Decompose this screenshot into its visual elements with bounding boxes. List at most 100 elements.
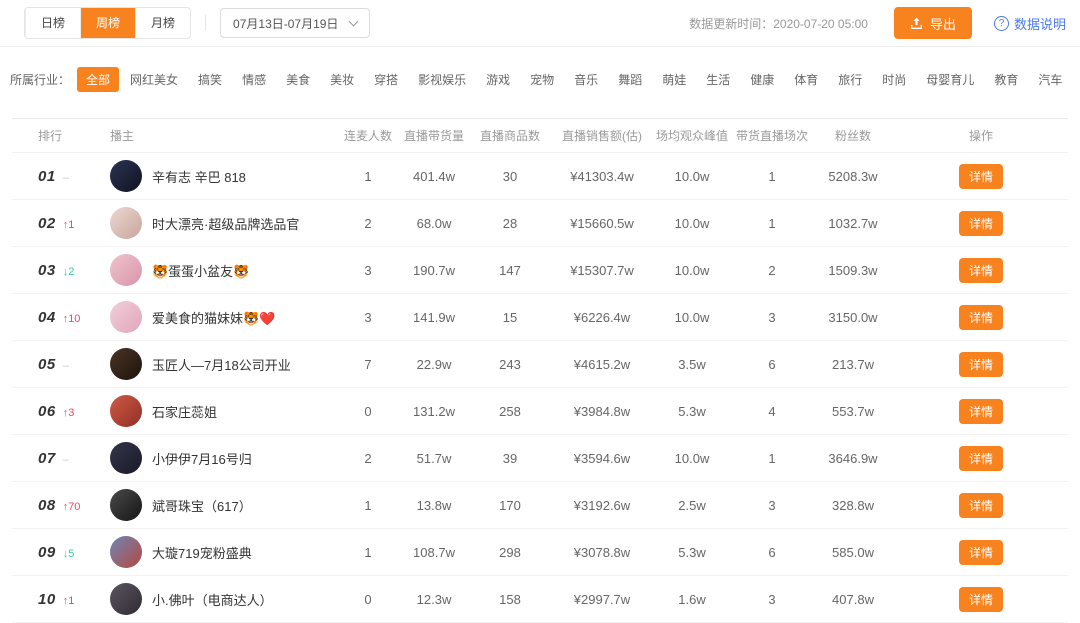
cell-sessions: 1 [732, 451, 812, 466]
cell-products: 147 [468, 263, 552, 278]
industry-filter-item[interactable]: 网红美女 [121, 67, 187, 92]
cell-sales: ¥3984.8w [552, 404, 652, 419]
broadcaster-name[interactable]: 石家庄蕊姐 [152, 402, 217, 421]
avatar[interactable] [110, 160, 142, 192]
col-header-peak: 场均观众峰值 [652, 127, 732, 144]
broadcaster-name[interactable]: 斌哥珠宝（617） [152, 496, 252, 515]
export-button[interactable]: 导出 [894, 7, 972, 39]
broadcaster-name[interactable]: 爱美食的猫妹妹🐯❤️ [152, 308, 275, 327]
cell-sessions: 2 [732, 263, 812, 278]
cell-sales: ¥41303.4w [552, 169, 652, 184]
broadcaster-name[interactable]: 小.佛叶（电商达人） [152, 590, 273, 609]
avatar[interactable] [110, 395, 142, 427]
industry-filter-item[interactable]: 影视娱乐 [409, 67, 475, 92]
avatar[interactable] [110, 348, 142, 380]
date-range-select[interactable]: 07月13日-07月19日 [220, 8, 370, 38]
export-icon [910, 17, 923, 30]
avatar[interactable] [110, 254, 142, 286]
export-label: 导出 [930, 14, 956, 33]
detail-button[interactable]: 详情 [959, 258, 1003, 283]
industry-filter-item[interactable]: 汽车 [1029, 67, 1071, 92]
avatar[interactable] [110, 583, 142, 615]
cell-lianmai: 2 [336, 451, 400, 466]
broadcaster-name[interactable]: 玉匠人—7月18公司开业 [152, 355, 291, 374]
rank-number: 02 [38, 215, 56, 232]
broadcaster-name[interactable]: 时大漂亮·超级品牌选品官 [152, 214, 299, 233]
cell-volume: 141.9w [400, 310, 468, 325]
cell-products: 243 [468, 357, 552, 372]
rank-number: 10 [38, 591, 56, 608]
industry-filter-item[interactable]: 宠物 [521, 67, 563, 92]
industry-filter-item[interactable]: 舞蹈 [609, 67, 651, 92]
broadcaster-name[interactable]: 辛有志 辛巴 818 [152, 167, 246, 186]
period-tab[interactable]: 周榜 [80, 8, 135, 38]
industry-filter-item[interactable]: 生活 [697, 67, 739, 92]
broadcaster-rank-table: 排行 播主 连麦人数 直播带货量 直播商品数 直播销售额(估) 场均观众峰值 带… [12, 118, 1068, 623]
cell-lianmai: 1 [336, 169, 400, 184]
industry-filter-item[interactable]: 美食 [277, 67, 319, 92]
period-tab[interactable]: 日榜 [25, 8, 80, 38]
avatar[interactable] [110, 536, 142, 568]
data-help-link[interactable]: ? 数据说明 [994, 14, 1066, 33]
industry-filter-item[interactable]: 母婴育儿 [917, 67, 983, 92]
cell-sessions: 3 [732, 498, 812, 513]
cell-lianmai: 3 [336, 310, 400, 325]
cell-sessions: 6 [732, 357, 812, 372]
cell-products: 158 [468, 592, 552, 607]
avatar[interactable] [110, 442, 142, 474]
avatar[interactable] [110, 301, 142, 333]
industry-filter-item[interactable]: 情感 [233, 67, 275, 92]
industry-filter-item[interactable]: 时尚 [873, 67, 915, 92]
industry-filter-item[interactable]: 美妆 [321, 67, 363, 92]
detail-button[interactable]: 详情 [959, 587, 1003, 612]
cell-lianmai: 2 [336, 216, 400, 231]
broadcaster-name[interactable]: 🐯蛋蛋小盆友🐯 [152, 261, 249, 280]
industry-filter-item[interactable]: 体育 [785, 67, 827, 92]
broadcaster-name[interactable]: 大璇719宠粉盛典 [152, 543, 252, 562]
period-tab[interactable]: 月榜 [135, 8, 190, 38]
detail-button[interactable]: 详情 [959, 305, 1003, 330]
detail-button[interactable]: 详情 [959, 352, 1003, 377]
industry-filter-item[interactable]: 家居 [1073, 67, 1080, 92]
cell-fans: 1509.3w [812, 263, 894, 278]
col-header-name: 播主 [110, 127, 336, 144]
detail-button[interactable]: 详情 [959, 493, 1003, 518]
rank-change-indicator: – [63, 172, 69, 184]
cell-products: 28 [468, 216, 552, 231]
cell-lianmai: 3 [336, 263, 400, 278]
rank-change-indicator: ↓5 [63, 548, 75, 560]
update-time-value: 2020-07-20 05:00 [773, 17, 868, 31]
industry-filter-item[interactable]: 教育 [985, 67, 1027, 92]
industry-filter-item[interactable]: 搞笑 [189, 67, 231, 92]
cell-peak: 5.3w [652, 404, 732, 419]
table-row: 07 – 小伊伊7月16号归 2 51.7w 39 ¥3594.6w 10.0w… [12, 435, 1068, 482]
industry-filter-item[interactable]: 穿搭 [365, 67, 407, 92]
detail-button[interactable]: 详情 [959, 164, 1003, 189]
rank-number: 01 [38, 168, 56, 185]
detail-button[interactable]: 详情 [959, 211, 1003, 236]
col-header-rank: 排行 [12, 127, 110, 144]
rank-number: 09 [38, 544, 56, 561]
broadcaster-name[interactable]: 小伊伊7月16号归 [152, 449, 252, 468]
col-header-fans: 粉丝数 [812, 127, 894, 144]
industry-filter-item[interactable]: 音乐 [565, 67, 607, 92]
cell-fans: 553.7w [812, 404, 894, 419]
rank-change-indicator: ↑70 [63, 501, 81, 513]
toolbar-right: 数据更新时间：2020-07-20 05:00 导出 ? 数据说明 [689, 7, 1070, 39]
industry-filter-item[interactable]: 萌娃 [653, 67, 695, 92]
rank-number: 04 [38, 309, 56, 326]
update-time-label: 数据更新时间： [689, 17, 773, 31]
toolbar: 日榜 周榜 月榜 07月13日-07月19日 数据更新时间：2020-07-20… [0, 0, 1080, 47]
industry-filter-item[interactable]: 全部 [77, 67, 119, 92]
avatar[interactable] [110, 207, 142, 239]
avatar[interactable] [110, 489, 142, 521]
industry-filter-item[interactable]: 旅行 [829, 67, 871, 92]
detail-button[interactable]: 详情 [959, 540, 1003, 565]
detail-button[interactable]: 详情 [959, 446, 1003, 471]
detail-button[interactable]: 详情 [959, 399, 1003, 424]
industry-filter-item[interactable]: 健康 [741, 67, 783, 92]
industry-filter-item[interactable]: 游戏 [477, 67, 519, 92]
rank-change-indicator: ↑3 [63, 407, 75, 419]
cell-peak: 10.0w [652, 310, 732, 325]
table-row: 02 ↑1 时大漂亮·超级品牌选品官 2 68.0w 28 ¥15660.5w … [12, 200, 1068, 247]
